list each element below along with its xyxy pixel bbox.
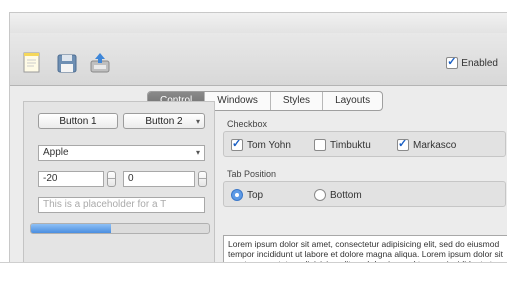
checkbox-box[interactable] bbox=[231, 137, 243, 151]
new-document-icon[interactable] bbox=[20, 51, 44, 75]
progress-bar-fill bbox=[31, 224, 112, 233]
checkbox-option-2[interactable]: Timbuktu bbox=[314, 139, 371, 151]
export-icon[interactable] bbox=[88, 51, 112, 75]
background-strip bbox=[0, 262, 507, 291]
number-field-1[interactable]: -20 bbox=[38, 171, 104, 187]
radio-button[interactable] bbox=[231, 189, 243, 201]
button-2-label: Button 2 bbox=[145, 116, 183, 127]
chevron-down-icon: ▾ bbox=[195, 148, 200, 157]
chevron-down-icon: ▾ bbox=[195, 117, 200, 126]
radio-group-label: Tab Position bbox=[227, 169, 277, 179]
progress-bar bbox=[30, 223, 210, 234]
text-area[interactable]: Lorem ipsum dolor sit amet, consectetur … bbox=[223, 235, 507, 263]
checkbox-option-3[interactable]: Markasco bbox=[397, 137, 457, 151]
enabled-checkbox[interactable]: Enabled bbox=[446, 55, 498, 69]
radio-group-box bbox=[223, 181, 506, 207]
radio-option-label: Top bbox=[247, 189, 264, 201]
checkbox-option-1[interactable]: Tom Yohn bbox=[231, 137, 291, 151]
checkbox-option-label: Tom Yohn bbox=[247, 139, 291, 151]
checkbox-option-label: Markasco bbox=[413, 139, 457, 151]
radio-option-top[interactable]: Top bbox=[231, 189, 263, 201]
checkbox-box[interactable] bbox=[314, 139, 326, 151]
text-field-placeholder: This is a placeholder for a T bbox=[43, 199, 167, 210]
toolbar: Enabled bbox=[10, 33, 507, 86]
number-stepper-2[interactable] bbox=[198, 171, 207, 187]
save-icon[interactable] bbox=[55, 51, 79, 75]
enabled-checkbox-box[interactable] bbox=[446, 55, 459, 69]
number-stepper-1[interactable] bbox=[107, 171, 116, 187]
popup-value: Apple bbox=[43, 147, 69, 158]
title-bar bbox=[10, 13, 507, 33]
checkbox-option-label: Timbuktu bbox=[330, 139, 371, 151]
tab-styles[interactable]: Styles bbox=[269, 92, 322, 110]
radio-button[interactable] bbox=[314, 189, 326, 201]
tab-layouts[interactable]: Layouts bbox=[322, 92, 382, 110]
radio-option-bottom[interactable]: Bottom bbox=[314, 189, 362, 201]
button-2-popup[interactable]: Button 2 ▾ bbox=[123, 113, 205, 129]
enabled-label: Enabled bbox=[461, 57, 498, 69]
popup-field[interactable]: Apple ▾ bbox=[38, 145, 205, 161]
control-panel-right: Checkbox Tom Yohn Timbuktu Markasco Tab … bbox=[219, 117, 507, 263]
checkbox-group-label: Checkbox bbox=[227, 119, 268, 129]
text-field[interactable]: This is a placeholder for a T bbox=[38, 197, 205, 213]
button-1[interactable]: Button 1 bbox=[38, 113, 118, 129]
number-field-2[interactable]: 0 bbox=[123, 171, 195, 187]
radio-option-label: Bottom bbox=[330, 189, 362, 201]
checkbox-box[interactable] bbox=[397, 137, 409, 151]
app-window: Enabled Control Windows Styles Layouts B… bbox=[9, 12, 507, 264]
